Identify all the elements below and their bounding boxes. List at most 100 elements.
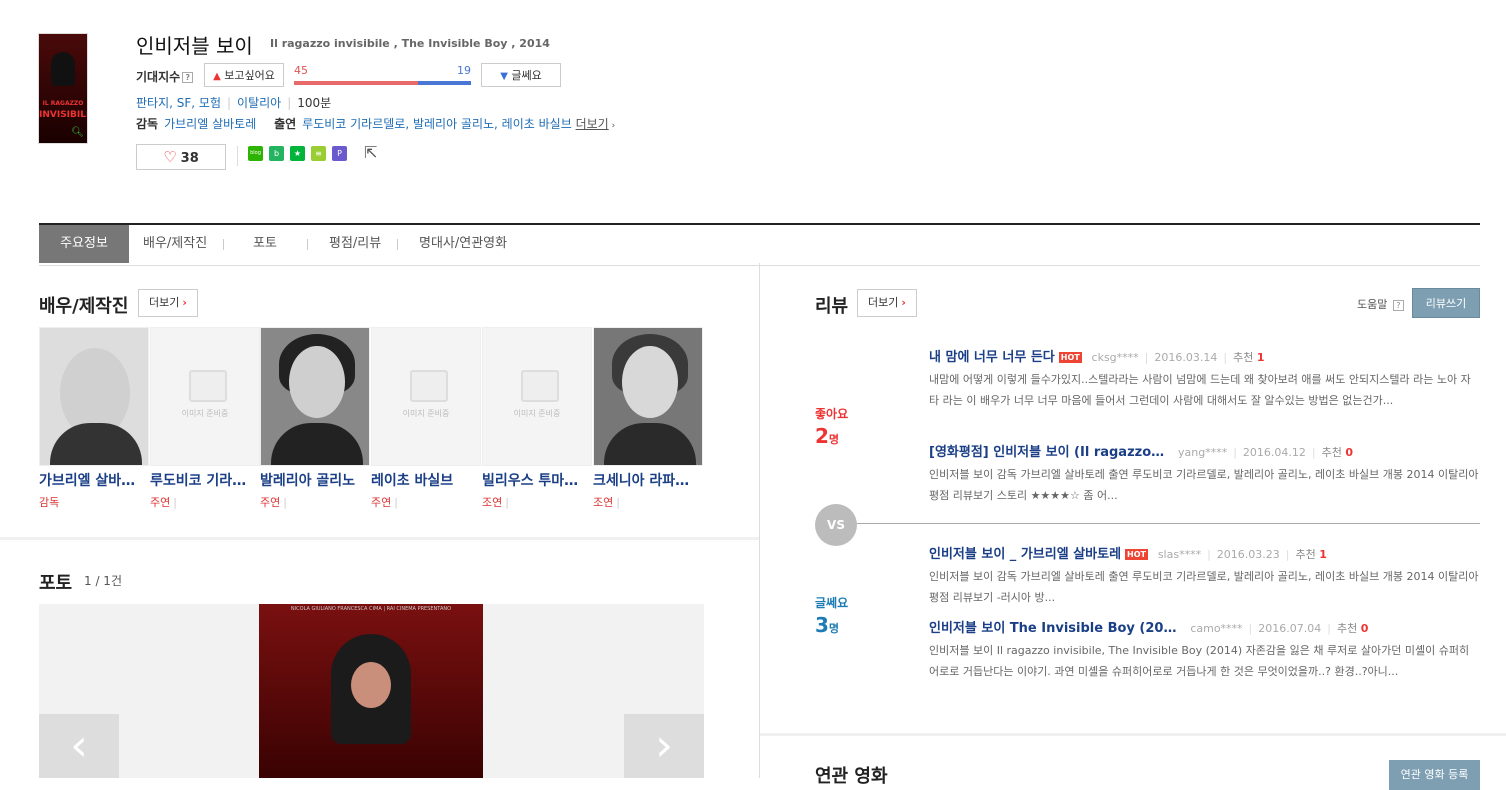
cast-role: 조연 | (593, 496, 620, 509)
heart-icon: ♡ (163, 148, 177, 166)
tab-quotes-related[interactable]: 명대사/연관영화 (419, 225, 507, 263)
thumbs-up-icon: ▲ (213, 71, 221, 82)
hot-badge: HOT (1125, 549, 1148, 560)
band-icon[interactable]: b (269, 146, 284, 161)
cast-names[interactable]: 루도비코 기라르델로, 발레리아 골리노, 레이초 바실브 (302, 117, 572, 131)
photo-main-image[interactable]: NICOLA GIULIANO FRANCESCA CIMA | RAI CIN… (259, 604, 483, 778)
no-image-text: 이미지 준비중 (402, 409, 450, 418)
director-label: 감독 (136, 117, 159, 131)
help-link[interactable]: 도움말 ? (1357, 296, 1404, 312)
magnify-icon[interactable]: 🔍︎ (71, 127, 84, 138)
crew-more-link[interactable]: 더보기 (576, 117, 609, 131)
cast-photo[interactable] (260, 327, 370, 466)
review-title[interactable]: 인비저블 보이 _ 가브리엘 살바토레 (929, 547, 1121, 562)
vs-badge: VS (815, 504, 857, 546)
director-name[interactable]: 가브리엘 살바토레 (164, 117, 256, 131)
prev-photo-button[interactable]: ‹ (39, 714, 119, 778)
cast-name[interactable]: 빌리우스 투마리스 (482, 470, 586, 490)
expectation-bar (294, 81, 471, 85)
tab-main-info[interactable]: 주요정보 (39, 225, 129, 263)
add-related-button[interactable]: 연관 영화 등록 (1389, 760, 1480, 790)
cast-role-text: 주연 (150, 496, 171, 509)
memo-icon[interactable]: ≡ (311, 146, 326, 161)
related-section-title: 연관 영화 (815, 766, 888, 787)
review-body[interactable]: 인비저블 보이 Il ragazzo invisibile, The Invis… (929, 640, 1479, 682)
write-review-button[interactable]: 리뷰쓰기 (1412, 288, 1480, 318)
review-title[interactable]: [영화평점] 인비저블 보이 (Il ragazzo… (929, 445, 1164, 460)
review-item: 인비저블 보이 _ 가브리엘 살바토레 HOT slas**** | 2016.03.… (929, 543, 1479, 608)
like-count: 38 (180, 151, 199, 166)
cast-name[interactable]: 크세니아 라파포트 (593, 470, 697, 490)
want-to-see-button[interactable]: ▲ 보고싶어요 (204, 63, 284, 87)
meh-count-value: 3 (815, 613, 829, 637)
cast-card[interactable]: 크세니아 라파포트 조연 | (593, 327, 703, 510)
review-title[interactable]: 인비저블 보이 The Invisible Boy (20… (929, 621, 1176, 636)
review-more-button[interactable]: 더보기 › (857, 289, 917, 317)
poster-text-main: INVISIBILE (39, 110, 87, 120)
review-body[interactable]: 인비저블 보이 감독 가브리엘 살바토레 출연 루도비코 기라르델로, 발레리아… (929, 464, 1479, 506)
star-icon[interactable]: ★ (290, 146, 305, 161)
image-placeholder-icon (189, 370, 227, 402)
cast-role-text: 조연 (482, 496, 503, 509)
cast-card[interactable]: 이미지 준비중 빌리우스 투마리스 조연 | (482, 327, 592, 510)
good-count: 2명 (815, 424, 839, 448)
like-button[interactable]: ♡ 38 (136, 144, 226, 170)
no-image-text: 이미지 준비중 (513, 409, 561, 418)
recommend-label: 추천 (1295, 548, 1316, 561)
recommend-label: 추천 (1321, 446, 1342, 459)
want-to-see-label: 보고싶어요 (224, 69, 275, 82)
country[interactable]: 이탈리아 (237, 96, 281, 110)
good-count-value: 2 (815, 424, 829, 448)
tab-photo[interactable]: 포토 (253, 225, 277, 263)
review-date: 2016.07.04 (1258, 622, 1322, 635)
cast-role: 주연 | (150, 496, 177, 509)
genres[interactable]: 판타지, SF, 모험 (136, 96, 221, 110)
expectation-label-text: 기대지수 (136, 70, 181, 84)
cast-role-text: 주연 (260, 496, 281, 509)
movie-poster[interactable]: IL RAGAZZO INVISIBILE 🔍︎ (39, 34, 87, 143)
genre-info: 판타지, SF, 모험 | 이탈리아 | 100분 (136, 96, 332, 110)
tab-rating-review[interactable]: 평점/리뷰 (329, 225, 381, 263)
help-icon[interactable]: ? (182, 72, 194, 83)
review-user: slas**** (1157, 548, 1202, 561)
cast-photo-placeholder[interactable]: 이미지 준비중 (150, 327, 260, 466)
help-label: 도움말 (1357, 298, 1388, 311)
pin-icon[interactable]: P (332, 146, 347, 161)
meh-button[interactable]: ▼ 글쎄요 (481, 63, 561, 87)
crew-info: 감독 가브리엘 살바토레 출연 루도비코 기라르델로, 발레리아 골리노, 레이초 … (136, 115, 615, 132)
tab-cast-crew[interactable]: 배우/제작진 (143, 225, 207, 263)
cast-card[interactable]: 이미지 준비중 레이초 바실브 주연 | (371, 327, 481, 510)
image-placeholder-icon (410, 370, 448, 402)
cast-photo-placeholder[interactable]: 이미지 준비중 (371, 327, 481, 466)
cast-more-button[interactable]: 더보기 › (138, 289, 198, 317)
cast-card[interactable]: 이미지 준비중 루도비코 기라르델로 주연| (150, 327, 260, 510)
cast-photo[interactable] (39, 327, 149, 466)
vs-divider-line (857, 523, 1480, 524)
want-count: 45 (294, 64, 308, 77)
review-title[interactable]: 내 맘에 너무 너무 든다 (929, 350, 1055, 365)
cast-photo[interactable] (593, 327, 703, 466)
cast-card[interactable]: 발레리아 골리노 주연 | (260, 327, 370, 510)
review-user: yang**** (1177, 446, 1228, 459)
meh-vote-count: 3명 (815, 613, 839, 637)
cast-name[interactable]: 레이초 바실브 (371, 470, 475, 490)
review-user: cksg**** (1091, 351, 1139, 364)
chevron-right-icon: › (901, 296, 906, 309)
review-item: 인비저블 보이 The Invisible Boy (20… camo**** |… (929, 617, 1479, 682)
cast-card[interactable]: 가브리엘 살바토레 감독 (39, 327, 149, 510)
cast-name[interactable]: 발레리아 골리노 (260, 470, 364, 490)
chevron-right-icon: › (182, 296, 187, 309)
share-icon[interactable]: ⇱ (364, 143, 377, 162)
recommend-label: 추천 (1233, 351, 1254, 364)
review-user: camo**** (1190, 622, 1243, 635)
next-photo-button[interactable]: › (624, 714, 704, 778)
review-body[interactable]: 인비저블 보이 감독 가브리엘 살바토레 출연 루도비코 기라르델로, 발레리아… (929, 566, 1479, 608)
cast-role: 조연 | (482, 496, 509, 509)
cast-name[interactable]: 가브리엘 살바토레 (39, 470, 143, 490)
cast-name[interactable]: 루도비코 기라르델로 (150, 470, 254, 490)
blog-icon[interactable]: blog (248, 146, 263, 161)
expectation-label: 기대지수? (136, 68, 194, 85)
cast-photo-placeholder[interactable]: 이미지 준비중 (482, 327, 592, 466)
review-body[interactable]: 내맘에 어떻게 이렇게 들수가있지..스텔라라는 사람이 넘맘에 드는데 왜 찾… (929, 369, 1479, 411)
meh-count: 19 (457, 64, 471, 77)
